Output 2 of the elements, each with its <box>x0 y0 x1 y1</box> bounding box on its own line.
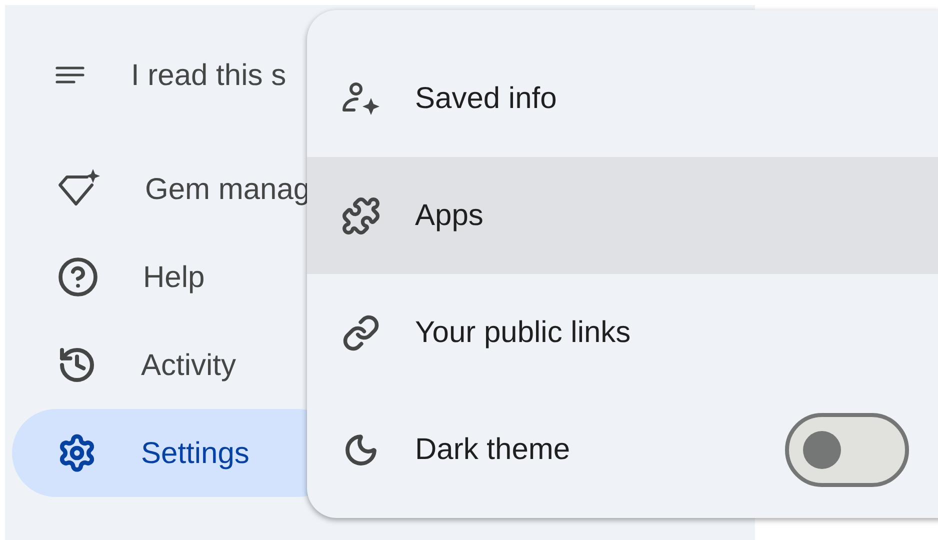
menu-item[interactable]: Apps <box>307 157 938 274</box>
conversation-title: I read this s <box>131 58 286 94</box>
